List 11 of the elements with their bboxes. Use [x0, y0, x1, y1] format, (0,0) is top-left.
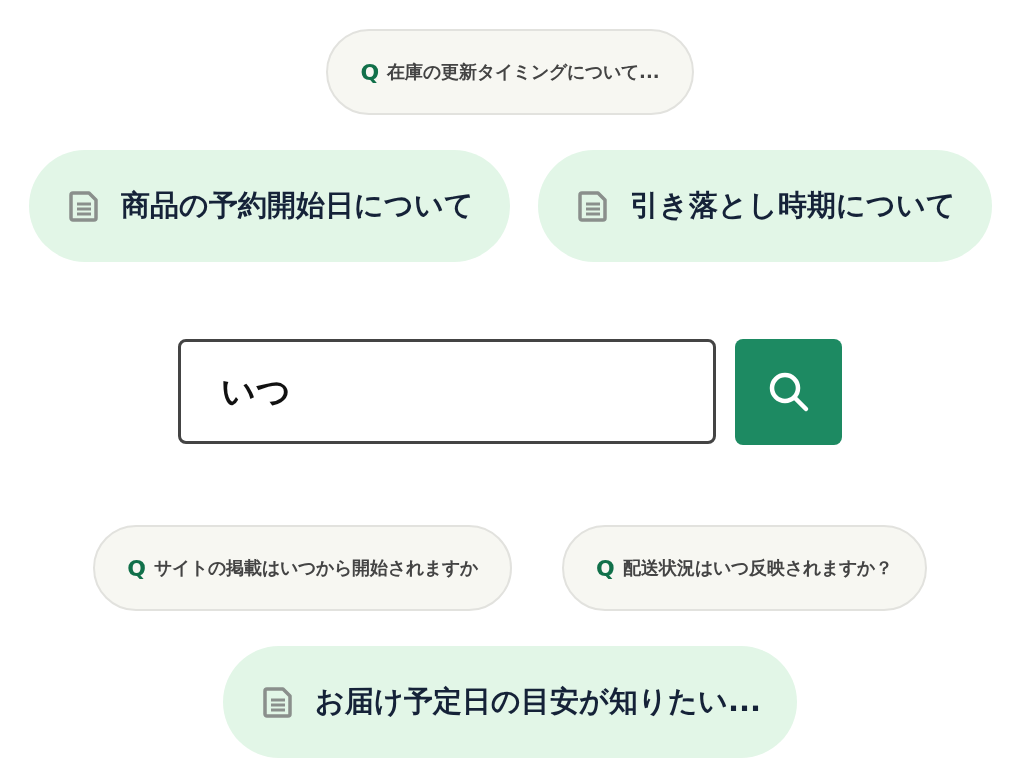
document-icon — [577, 190, 608, 222]
search-field[interactable]: いつ — [178, 339, 716, 444]
article-chip[interactable]: 商品の予約開始日について — [28, 150, 510, 262]
article-chip[interactable]: お届け予定日の目安が知りたい... — [222, 646, 798, 758]
question-chip[interactable]: Q 在庫の更新タイミングについて... — [326, 29, 694, 115]
search-button[interactable] — [735, 339, 842, 445]
question-chip[interactable]: Q 配送状況はいつ反映されますか？ — [562, 525, 927, 611]
question-chip[interactable]: Q サイトの掲載はいつから開始されますか — [93, 525, 512, 611]
article-chip[interactable]: 引き落とし時期について — [537, 150, 992, 262]
document-icon — [68, 190, 99, 222]
document-icon — [262, 686, 293, 718]
